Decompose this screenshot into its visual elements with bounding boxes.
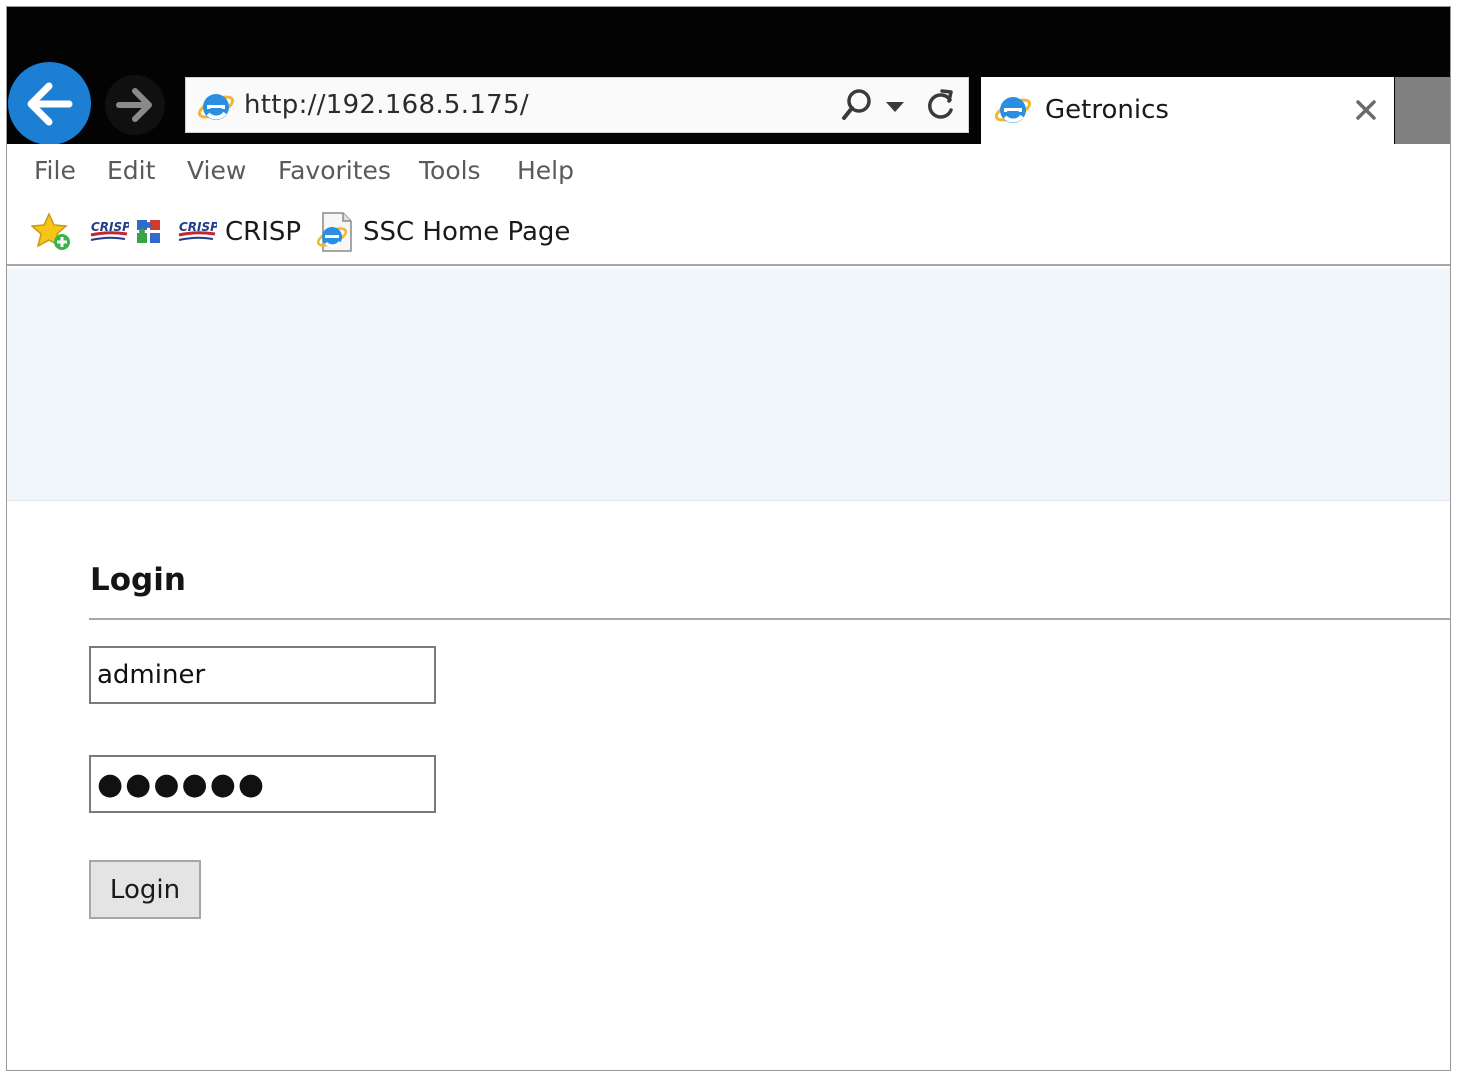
search-icon[interactable]	[840, 88, 874, 122]
forward-arrow-icon	[116, 88, 152, 122]
dropdown-arrow-icon[interactable]	[886, 102, 904, 112]
crisp-logo-icon: CRISP	[90, 220, 129, 241]
close-icon[interactable]	[1355, 99, 1377, 121]
ie-logo-icon	[197, 94, 235, 120]
tab-getronics[interactable]: Getronics	[981, 77, 1394, 144]
menu-file[interactable]: File	[34, 156, 76, 185]
crisp-logo-icon: CRISP	[178, 220, 217, 241]
favorite-puzzle[interactable]	[135, 202, 163, 262]
address-input[interactable]	[244, 87, 804, 123]
menu-help[interactable]: Help	[517, 156, 574, 185]
browser-chrome: Getronics	[7, 7, 1450, 145]
address-bar[interactable]	[185, 77, 969, 133]
username-input[interactable]	[89, 646, 436, 704]
puzzle-icon	[137, 220, 160, 243]
login-divider	[89, 618, 1450, 620]
page-header-banner	[7, 268, 1450, 501]
menu-bar: File Edit View Favorites Tools Help	[7, 144, 1450, 202]
favorite-ssc-label: SSC Home Page	[363, 217, 571, 247]
menu-favorites[interactable]: Favorites	[278, 156, 391, 185]
login-form: Login Login	[7, 502, 1450, 1070]
favorites-bar: CRISP CRISP CRISP SSC Home Page	[7, 202, 1450, 266]
login-button[interactable]: Login	[89, 860, 201, 919]
ie-page-icon	[316, 212, 352, 252]
back-arrow-icon	[27, 82, 72, 125]
tab-title: Getronics	[1045, 95, 1169, 125]
favorite-ssc-home-page[interactable]: SSC Home Page	[315, 202, 570, 262]
refresh-icon[interactable]	[924, 88, 956, 122]
password-input[interactable]	[89, 755, 436, 813]
menu-edit[interactable]: Edit	[107, 156, 155, 185]
favorite-crisp-logo[interactable]: CRISP	[89, 202, 129, 262]
menu-view[interactable]: View	[187, 156, 246, 185]
star-add-icon	[31, 212, 70, 250]
favorite-crisp[interactable]: CRISP CRISP	[177, 202, 301, 262]
browser-window: Getronics File Edit View Favorites Tools…	[6, 6, 1451, 1071]
new-tab-button[interactable]	[1395, 77, 1450, 144]
back-button[interactable]	[8, 62, 91, 145]
forward-button[interactable]	[105, 75, 165, 135]
add-favorite-button[interactable]	[31, 202, 73, 262]
login-heading: Login	[90, 562, 186, 598]
menu-tools[interactable]: Tools	[419, 156, 481, 185]
ie-logo-icon	[994, 97, 1032, 123]
favorite-crisp-label: CRISP	[225, 217, 302, 247]
